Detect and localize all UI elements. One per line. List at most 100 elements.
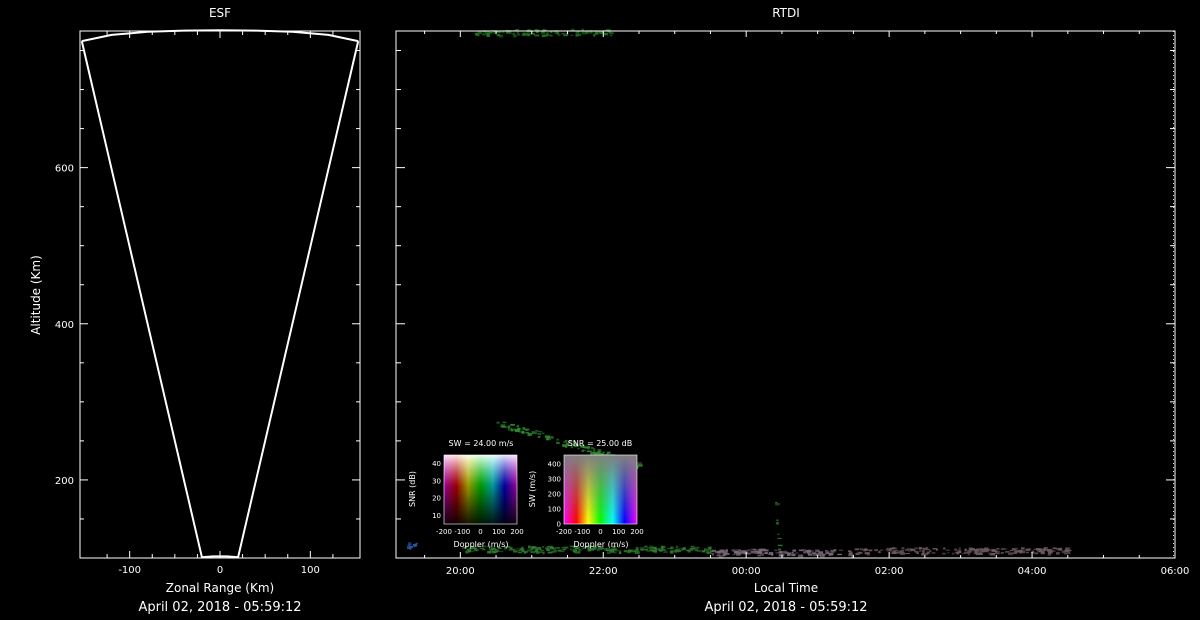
rtdi-xtick-label-2: 00:00 (732, 566, 761, 577)
rtdi-echo-point (606, 551, 611, 555)
snr-key-xtick-label-1: -100 (574, 528, 590, 536)
rtdi-echo-point (546, 438, 550, 441)
rtdi-echo-point (528, 545, 531, 549)
rtdi-echo-point (901, 547, 905, 550)
rtdi-echo-point (518, 551, 522, 554)
rtdi-echo-point (800, 554, 804, 558)
rtdi-echo-point (561, 548, 567, 550)
rtdi-echo-point (1056, 551, 1060, 555)
sw-key-title: SW = 24.00 m/s (449, 439, 514, 448)
rtdi-echo-point (863, 549, 867, 552)
rtdi-echo-point (905, 553, 910, 555)
rtdi-echo-point (578, 548, 581, 551)
rtdi-echo-point (527, 433, 531, 437)
esf-ytick-label-2: 600 (55, 164, 74, 175)
rtdi-echo-point (535, 551, 540, 554)
rtdi-echo-point (777, 533, 780, 536)
rtdi-echo-point (979, 550, 982, 554)
rtdi-echo-point (1021, 547, 1025, 550)
rtdi-echo-point (686, 549, 691, 552)
rtdi-echo-point (515, 29, 519, 31)
esf-ytick-label-0: 200 (55, 476, 74, 487)
rtdi-echo-point (500, 550, 504, 553)
rtdi-echo-point (556, 441, 560, 445)
rtdi-echo-point (675, 545, 679, 549)
rtdi-echo-point (893, 552, 898, 554)
rtdi-echo-point (547, 551, 553, 554)
rtdi-echo-point (557, 34, 561, 37)
rtdi-echo-point (539, 549, 542, 551)
rtdi-echo-point (534, 34, 540, 37)
rtdi-echo-point (530, 33, 536, 35)
rtdi-echo-point (1057, 549, 1063, 551)
rtdi-echo-point (481, 549, 486, 551)
rtdi-echo-point (969, 549, 973, 552)
rtdi-echo-point (721, 552, 727, 554)
rtdi-echo-point (602, 451, 605, 453)
rtdi-echo-point (482, 33, 486, 36)
rtdi-echo-point (592, 447, 596, 451)
rtdi-echo-point (974, 549, 980, 552)
rtdi-echo-point (516, 33, 521, 36)
sw-key-xtick-label-0: -200 (436, 528, 452, 536)
esf-panel: ESF -100 0 100 200 400 600 Altitude (Km) Zona… (29, 6, 361, 615)
rtdi-echo-point (507, 427, 513, 431)
rtdi-echo-point (963, 552, 969, 554)
esf-lines (80, 29, 360, 559)
rtdi-echo-point (676, 548, 679, 550)
rtdi-echo-point (792, 549, 797, 552)
rtdi-echo-point (733, 551, 739, 554)
rtdi-echo-point (561, 550, 565, 553)
rtdi-title: RTDI (772, 6, 800, 20)
rtdi-echo-point (570, 28, 575, 31)
rtdi-echo-point (644, 545, 648, 547)
rtdi-echo-point (992, 549, 995, 552)
rtdi-echo-point (662, 549, 667, 551)
rtdi-echo-point (921, 553, 927, 555)
rtdi-echo-point (617, 550, 622, 552)
rtdi-echo-point (508, 425, 511, 428)
snr-key-xtick-label-0: -200 (556, 528, 572, 536)
rtdi-echo-point (973, 552, 977, 554)
rtdi-echo-point (822, 553, 825, 555)
rtdi-echo-point (860, 548, 863, 551)
rtdi-echo-point (910, 548, 916, 551)
rtdi-echo-point (623, 550, 627, 553)
snr-key-ytick-label-0: 0 (557, 521, 561, 529)
rtdi-echo-point (964, 548, 967, 552)
rtdi-echo-point (548, 545, 553, 547)
rtdi-echo-point (874, 549, 878, 552)
rtdi-echo-point (557, 550, 562, 552)
rtdi-echo-point (555, 547, 561, 549)
sw-key-ytick-label-0: 10 (432, 512, 441, 520)
rtdi-echo-point (690, 547, 695, 549)
snr-key-grey (564, 455, 637, 524)
rtdi-echo-point (1016, 550, 1019, 553)
rtdi-echo-point (994, 550, 998, 553)
rtdi-echo-point (795, 552, 799, 554)
esf-ytick-label-1: 400 (55, 320, 74, 331)
rtdi-echo-point (828, 554, 832, 556)
rtdi-xtick-label-3: 02:00 (875, 566, 904, 577)
rtdi-echo-point (811, 552, 817, 554)
rtdi-echo-point (942, 552, 946, 555)
rtdi-echo-point (535, 548, 538, 552)
rtdi-echo-point (1061, 550, 1067, 554)
rtdi-echo-point (654, 548, 658, 551)
rtdi-echo-point (1000, 551, 1004, 554)
rtdi-echo-point (958, 547, 961, 550)
rtdi-echo-point (778, 551, 783, 554)
rtdi-echo-point (1033, 548, 1036, 551)
rtdi-xtick-label-1: 22:00 (589, 566, 618, 577)
snr-key-ytick-label-2: 200 (548, 491, 561, 499)
rtdi-echo-point (935, 548, 939, 551)
rtdi-echo-point (925, 547, 928, 551)
rtdi-echo-point (980, 553, 983, 555)
rtdi-echo-point (585, 31, 589, 35)
rtdi-echo-point (407, 542, 412, 545)
rtdi-echo-point (1026, 551, 1029, 554)
rtdi-echo-point (550, 31, 553, 34)
rtdi-echo-point (951, 552, 955, 555)
rtdi-echo-point (958, 551, 962, 554)
rtdi-echo-point (954, 548, 958, 551)
